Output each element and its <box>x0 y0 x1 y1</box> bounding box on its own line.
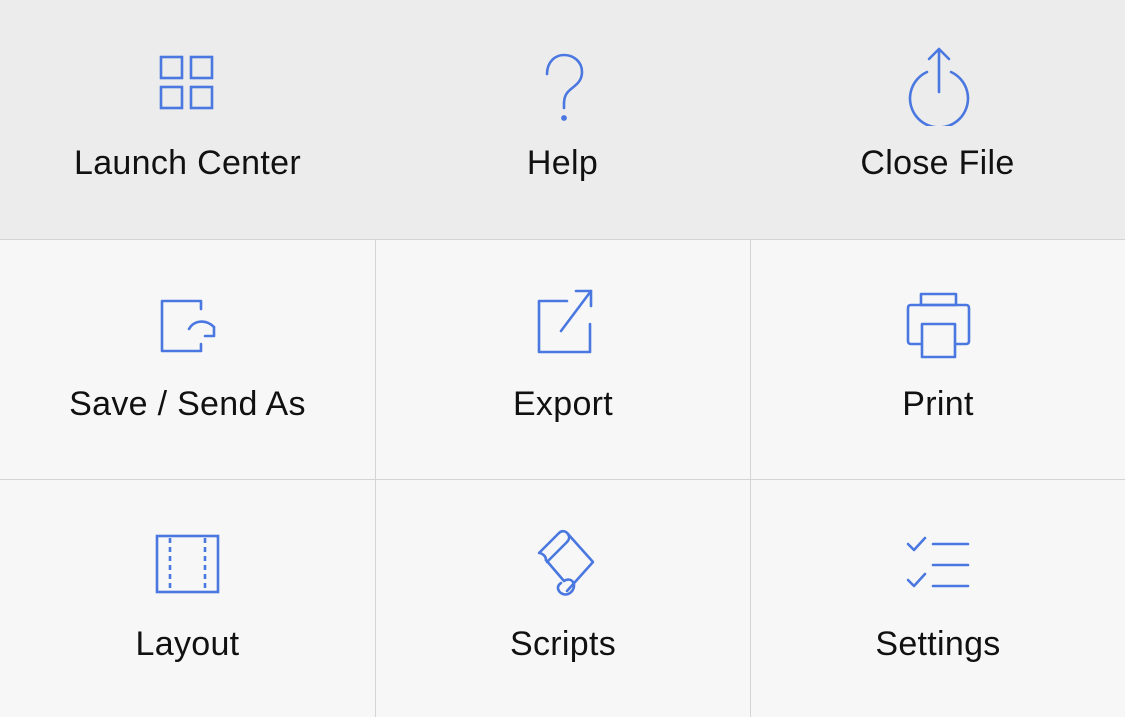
launch-center-label: Launch Center <box>74 144 301 182</box>
help-button[interactable]: Help <box>375 0 750 239</box>
help-label: Help <box>526 144 599 182</box>
launch-center-button[interactable]: Launch Center <box>0 0 375 239</box>
close-file-label: Close File <box>860 144 1015 182</box>
scripts-label: Scripts <box>509 625 616 663</box>
top-actions-row: Launch Center Help Close File <box>0 0 1125 240</box>
print-label: Print <box>902 385 974 423</box>
settings-button[interactable]: Settings <box>750 480 1125 717</box>
scroll-icon <box>523 522 603 606</box>
scripts-button[interactable]: Scripts <box>375 480 750 717</box>
checklist-icon <box>898 522 978 606</box>
close-file-button[interactable]: Close File <box>750 0 1125 239</box>
grid-icon <box>148 42 228 126</box>
export-icon <box>523 282 603 366</box>
export-button[interactable]: Export <box>375 240 750 479</box>
layout-label: Layout <box>135 625 240 663</box>
save-send-as-label: Save / Send As <box>69 385 306 423</box>
actions-row-2: Save / Send As Export Print <box>0 240 1125 480</box>
print-button[interactable]: Print <box>750 240 1125 479</box>
export-label: Export <box>512 385 614 423</box>
layout-icon <box>148 522 228 606</box>
file-menu: Launch Center Help Close File Save / Sen… <box>0 0 1125 717</box>
save-send-as-button[interactable]: Save / Send As <box>0 240 375 479</box>
power-up-arrow-icon <box>898 42 978 126</box>
save-send-icon <box>148 282 228 366</box>
question-icon <box>523 42 603 126</box>
settings-label: Settings <box>875 625 1001 663</box>
actions-row-3: Layout Scripts Settings <box>0 480 1125 717</box>
layout-button[interactable]: Layout <box>0 480 375 717</box>
printer-icon <box>898 282 978 366</box>
